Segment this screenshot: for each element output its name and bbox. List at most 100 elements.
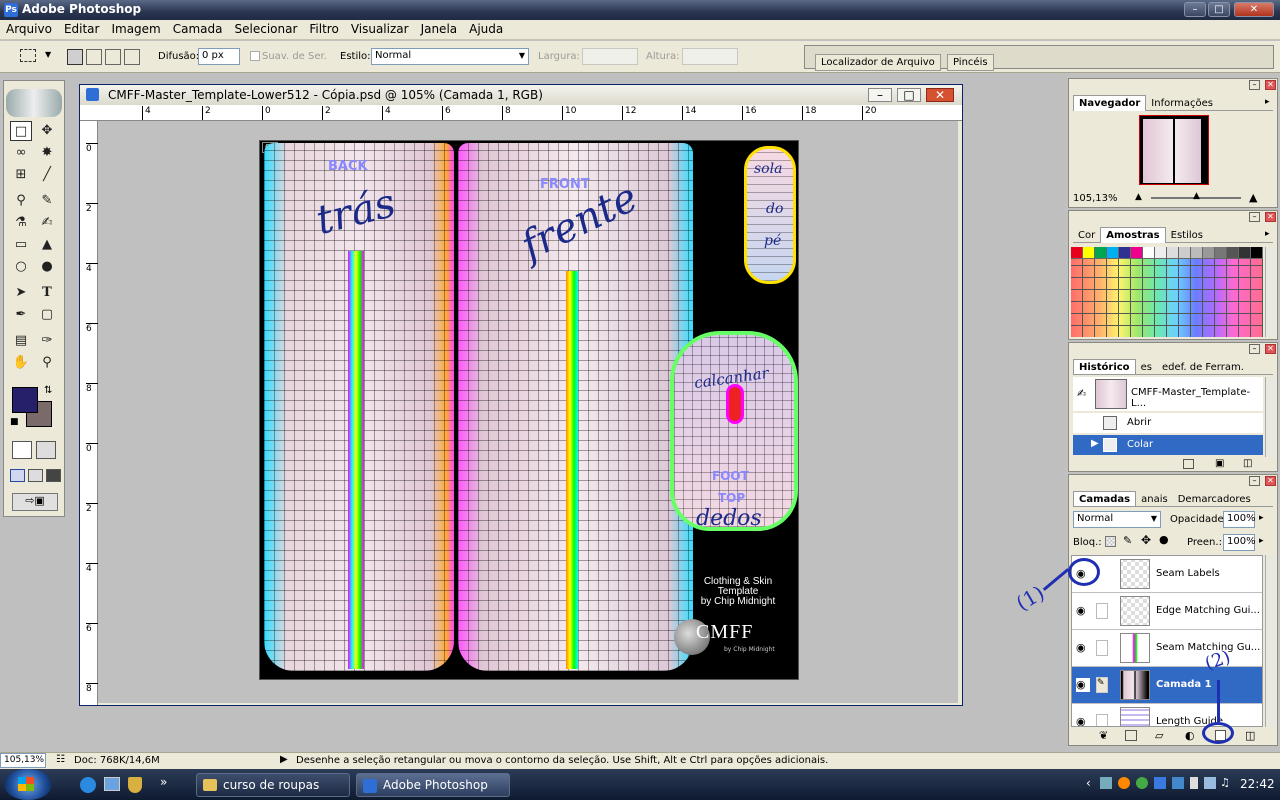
snapshot-camera-icon[interactable]: ▣ [1215, 458, 1224, 469]
style-select[interactable]: Normal ▼ [371, 48, 529, 65]
tab-actions[interactable]: es [1136, 360, 1157, 374]
new-selection-icon[interactable] [67, 49, 83, 65]
swatch-blue[interactable] [1119, 247, 1131, 259]
tray-app-icon[interactable] [1118, 777, 1130, 789]
history-brush-icon[interactable]: ✍ [1077, 387, 1086, 400]
layer-seam-labels[interactable]: ◉ Seam Labels [1072, 556, 1262, 593]
clone-stamp-icon[interactable]: ⚗ [10, 213, 32, 233]
fill-input[interactable]: 100% [1223, 534, 1256, 551]
menu-arquivo[interactable]: Arquivo [0, 20, 58, 36]
brush-icon[interactable]: ✎ [1096, 677, 1108, 693]
lock-all-icon[interactable]: ● [1159, 533, 1169, 546]
paint-bucket-icon[interactable]: ▲ [36, 235, 58, 255]
zoom-slider-thumb-icon[interactable]: ▲ [1193, 191, 1200, 201]
layer-style-icon[interactable]: ❦ [1099, 729, 1108, 742]
eye-icon[interactable]: ◉ [1076, 641, 1090, 655]
swatch-grid[interactable] [1071, 247, 1263, 337]
history-scrollbar[interactable] [1265, 377, 1276, 457]
screen-mode-menubar-icon[interactable] [28, 469, 43, 482]
tab-estilos[interactable]: Estilos [1166, 228, 1208, 243]
new-document-from-state-icon[interactable] [1183, 459, 1194, 469]
status-info-icon[interactable]: ☷ [56, 754, 65, 765]
rectangle-tool-icon[interactable]: ▢ [36, 305, 58, 325]
quicklaunch-desktop-icon[interactable] [104, 777, 120, 791]
notes-tool-icon[interactable]: ▤ [10, 331, 32, 351]
lasso-tool-icon[interactable]: ∞ [10, 143, 32, 163]
panel-close-icon[interactable]: ✕ [1265, 344, 1276, 354]
trash-icon[interactable]: ◫ [1243, 458, 1252, 469]
crop-tool-icon[interactable]: ⊞ [10, 165, 32, 185]
link-box[interactable] [1096, 714, 1108, 726]
swatch-gray-1[interactable] [1155, 247, 1167, 259]
swatch-red[interactable] [1071, 247, 1083, 259]
lock-position-icon[interactable]: ✥ [1141, 533, 1151, 547]
tray-app-icon-2[interactable] [1136, 777, 1148, 789]
slice-tool-icon[interactable]: ╱ [36, 165, 58, 185]
history-brush-icon[interactable]: ✍ [36, 213, 58, 233]
tray-app-icon-3[interactable] [1154, 777, 1166, 789]
foreground-color-swatch[interactable] [12, 387, 38, 413]
adjustment-layer-icon[interactable]: ◐ [1185, 729, 1195, 742]
tab-historico[interactable]: Histórico [1073, 359, 1136, 374]
swatch-gray-4[interactable] [1191, 247, 1203, 259]
history-snapshot[interactable]: ✍ CMFF-Master_Template-L... [1073, 377, 1263, 411]
type-tool-icon[interactable]: T [36, 283, 58, 303]
tray-expand-icon[interactable]: ‹ [1086, 776, 1091, 790]
tray-monitor-icon[interactable] [1204, 777, 1216, 789]
subtract-selection-icon[interactable] [105, 49, 121, 65]
zoom-in-icon[interactable]: ▲ [1249, 191, 1257, 204]
panel-close-icon[interactable]: ✕ [1265, 476, 1276, 486]
chevron-down-icon[interactable]: ▼ [45, 50, 51, 59]
layers-scrollbar[interactable] [1265, 555, 1276, 727]
tray-network-icon[interactable] [1100, 777, 1112, 789]
opacity-slider-icon[interactable]: ▸ [1259, 513, 1264, 523]
menu-selecionar[interactable]: Selecionar [229, 20, 304, 36]
hand-tool-icon[interactable]: ✋ [10, 353, 32, 373]
screen-mode-full-icon[interactable] [46, 469, 61, 482]
panel-minimize-icon[interactable]: – [1249, 212, 1260, 222]
quicklaunch-browser-icon[interactable] [80, 777, 96, 793]
magic-wand-icon[interactable]: ✸ [36, 143, 58, 163]
minimize-button[interactable]: – [1184, 2, 1206, 17]
close-button[interactable]: ✕ [1234, 2, 1274, 17]
intersect-selection-icon[interactable] [124, 49, 140, 65]
menu-filtro[interactable]: Filtro [303, 20, 344, 36]
antialias-checkbox[interactable] [250, 51, 260, 61]
menu-visualizar[interactable]: Visualizar [345, 20, 415, 36]
swatch-yellow[interactable] [1083, 247, 1095, 259]
panel-minimize-icon[interactable]: – [1249, 344, 1260, 354]
jump-to-imageready-icon[interactable]: ⇨▣ [12, 493, 58, 511]
default-colors-icon[interactable]: ■ [10, 417, 19, 427]
quicklaunch-shield-icon[interactable] [128, 777, 142, 793]
navigator-thumbnail[interactable] [1139, 115, 1209, 185]
tab-canais[interactable]: anais [1136, 492, 1173, 506]
new-group-icon[interactable]: ▱ [1155, 729, 1163, 742]
eye-icon[interactable]: ◉ [1076, 715, 1090, 726]
zoom-out-icon[interactable]: ▲ [1135, 192, 1142, 202]
layer-length-guide[interactable]: ◉ Length Guide [1072, 704, 1262, 726]
tray-battery-icon[interactable] [1190, 777, 1198, 789]
photoshop-feather-icon[interactable] [6, 89, 62, 117]
swap-colors-icon[interactable]: ⇅ [44, 385, 52, 396]
opacity-input[interactable]: 100% [1223, 511, 1256, 528]
tab-amostras[interactable]: Amostras [1100, 227, 1166, 243]
tab-navegador[interactable]: Navegador [1073, 95, 1147, 111]
status-zoom-input[interactable]: 105,13% [0, 753, 46, 768]
menu-ajuda[interactable]: Ajuda [463, 20, 509, 36]
standard-mode-icon[interactable] [12, 441, 32, 459]
path-select-icon[interactable]: ➤ [10, 283, 32, 303]
fill-slider-icon[interactable]: ▸ [1259, 536, 1264, 546]
lock-transparency-icon[interactable] [1105, 536, 1116, 547]
layer-camada-1[interactable]: ◉ ✎ Camada 1 [1072, 667, 1262, 704]
tab-brushes[interactable]: Pincéis [947, 54, 994, 71]
link-box[interactable] [1096, 603, 1108, 619]
pen-tool-icon[interactable]: ✒ [10, 305, 32, 325]
eye-icon[interactable]: ◉ [1076, 678, 1090, 692]
swatch-gray-2[interactable] [1167, 247, 1179, 259]
menu-editar[interactable]: Editar [58, 20, 106, 36]
healing-brush-icon[interactable]: ⚲ [10, 191, 32, 211]
panel-close-icon[interactable]: ✕ [1265, 212, 1276, 222]
width-input[interactable] [582, 48, 638, 65]
tab-cor[interactable]: Cor [1073, 228, 1100, 243]
panel-close-icon[interactable]: ✕ [1265, 80, 1276, 90]
